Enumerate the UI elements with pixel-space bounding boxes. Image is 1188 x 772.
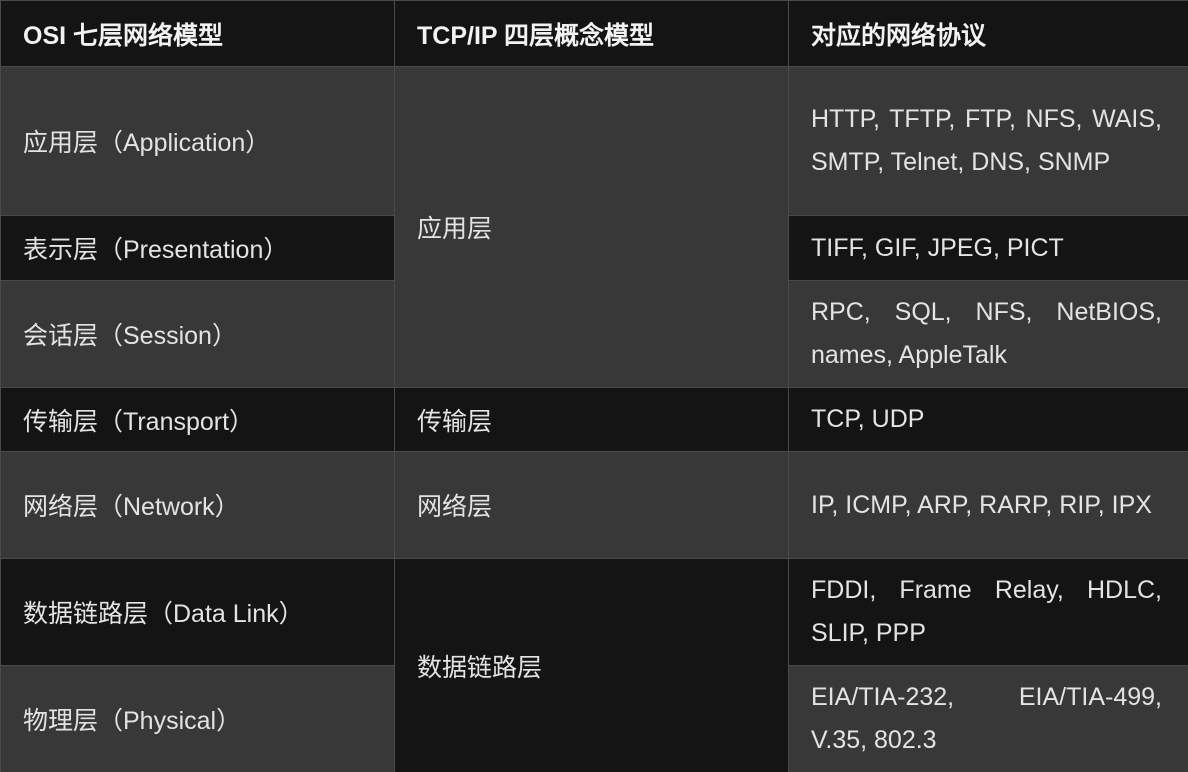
header-osi-model: OSI 七层网络模型 (0, 0, 395, 67)
osi-layer-application: 应用层（Application） (0, 66, 395, 216)
tcpip-layer-network: 网络层 (394, 451, 789, 559)
protocols-data-link: FDDI, Frame Relay, HDLC, SLIP, PPP (788, 558, 1188, 666)
osi-tcpip-protocol-table: OSI 七层网络模型 TCP/IP 四层概念模型 对应的网络协议 应用层（App… (0, 0, 1188, 772)
header-tcpip-model: TCP/IP 四层概念模型 (394, 0, 789, 67)
osi-layer-presentation: 表示层（Presentation） (0, 215, 395, 281)
osi-layer-session: 会话层（Session） (0, 280, 395, 388)
osi-layer-data-link: 数据链路层（Data Link） (0, 558, 395, 666)
table-row-network: 网络层（Network） 网络层 IP, ICMP, ARP, RARP, RI… (0, 451, 1188, 559)
table-row-data-link: 数据链路层（Data Link） 数据链路层 FDDI, Frame Relay… (0, 558, 1188, 772)
osi-layer-network: 网络层（Network） (0, 451, 395, 559)
protocols-physical: EIA/TIA-232, EIA/TIA-499, V.35, 802.3 (788, 665, 1188, 772)
protocols-network: IP, ICMP, ARP, RARP, RIP, IPX (788, 451, 1188, 559)
osi-layer-transport: 传输层（Transport） (0, 387, 395, 452)
tcpip-layer-application: 应用层 (394, 66, 789, 388)
tcpip-layer-transport: 传输层 (394, 387, 789, 452)
protocols-presentation: TIFF, GIF, JPEG, PICT (788, 215, 1188, 281)
protocols-transport: TCP, UDP (788, 387, 1188, 452)
header-row: OSI 七层网络模型 TCP/IP 四层概念模型 对应的网络协议 (0, 0, 1188, 67)
protocols-application: HTTP, TFTP, FTP, NFS, WAIS, SMTP, Telnet… (788, 66, 1188, 216)
header-protocols: 对应的网络协议 (788, 0, 1188, 67)
tcpip-layer-data-link: 数据链路层 (394, 558, 789, 772)
osi-layer-physical: 物理层（Physical） (0, 665, 395, 772)
protocols-session: RPC, SQL, NFS, NetBIOS, names, AppleTalk (788, 280, 1188, 388)
table-row-transport: 传输层（Transport） 传输层 TCP, UDP (0, 387, 1188, 452)
table-row-application: 应用层（Application） 应用层 HTTP, TFTP, FTP, NF… (0, 66, 1188, 388)
